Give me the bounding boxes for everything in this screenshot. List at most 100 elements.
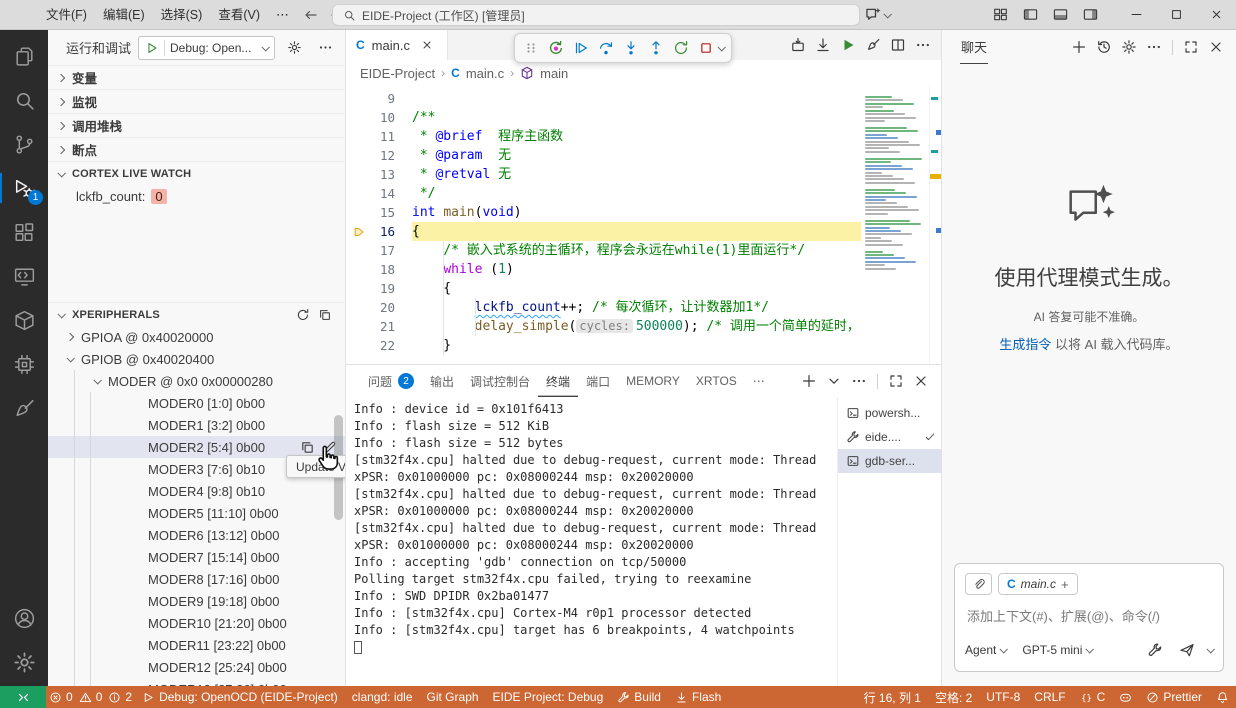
activity-search[interactable] (0, 78, 48, 122)
step-into-button[interactable] (618, 36, 643, 61)
layout-grid-button[interactable] (988, 3, 1012, 27)
kebab-button[interactable] (1142, 35, 1166, 59)
tab-chat[interactable]: 聊天 (960, 30, 988, 64)
refresh-button[interactable] (293, 305, 313, 325)
code-line[interactable]: 16{ (346, 222, 861, 241)
context-chip-main-c[interactable]: C main.c + (998, 573, 1078, 595)
section-断点[interactable]: 断点 (48, 137, 345, 161)
layout-left-button[interactable] (1018, 3, 1042, 27)
status-item-clangd: idle[interactable]: clangd: idle (345, 686, 420, 708)
chat-input-box[interactable]: C main.c + 添加上下文(#)、扩展(@)、命令(/) Agent GP… (954, 563, 1224, 672)
breadcrumb-symbol[interactable]: main (540, 66, 568, 81)
status-item-C[interactable]: {}C (1073, 686, 1113, 708)
menu-item[interactable]: 编辑(E) (95, 4, 153, 26)
status-item-空格: 2[interactable]: 空格: 2 (928, 686, 979, 708)
step-over-button[interactable] (593, 36, 618, 61)
menu-more-button[interactable]: ⋯ (268, 7, 297, 23)
tree-item[interactable]: GPIOB @ 0x40020400 (48, 348, 345, 370)
activity-account[interactable] (0, 596, 48, 640)
terminal-session-powersh...[interactable]: powersh... (838, 401, 941, 425)
code-line[interactable]: 15int main(void) (346, 203, 861, 222)
panel-tab-XRTOS[interactable]: XRTOS (688, 365, 745, 397)
section-xperipherals[interactable]: XPERIPHERALS (48, 302, 345, 326)
activity-remote[interactable] (0, 254, 48, 298)
layout-bottom-button[interactable] (1048, 3, 1072, 27)
maximize-button[interactable] (1179, 35, 1203, 59)
tree-item[interactable]: MODER5 [11:10] 0b00 (48, 502, 345, 524)
copilot-menu-button[interactable] (864, 6, 890, 23)
remote-indicator[interactable] (0, 686, 46, 708)
close-window-button[interactable] (1196, 0, 1236, 30)
terminal-session-eide....[interactable]: eide.... (838, 425, 941, 449)
code-line[interactable]: 21 delay_simple(cycles:500000); /* 调用一个简… (346, 317, 861, 336)
maximize-button[interactable] (1156, 0, 1196, 30)
code-line[interactable]: 12 * @param 无 (346, 146, 861, 165)
status-item-Debug: OpenOCD (EIDE-Project)[interactable]: Debug: OpenOCD (EIDE-Project) (135, 686, 345, 708)
chat-input[interactable]: 添加上下文(#)、扩展(@)、命令(/) (967, 606, 1211, 625)
status-item-CRLF[interactable]: CRLF (1027, 686, 1072, 708)
code-line[interactable]: 20 lckfb_count++; /* 每次循环，让计数器加1*/ (346, 298, 861, 317)
status-item-Prettier[interactable]: Prettier (1139, 686, 1209, 708)
code-line[interactable]: 19 { (346, 279, 861, 298)
split-button[interactable] (886, 33, 910, 57)
configure-tools-button[interactable] (1143, 638, 1167, 662)
download-button[interactable] (811, 33, 835, 57)
close-tab-button[interactable] (417, 35, 437, 55)
add-context-icon[interactable]: + (1061, 577, 1069, 592)
agent-mode-select[interactable]: Agent (965, 643, 1006, 657)
panel-tab-调试控制台[interactable]: 调试控制台 (462, 365, 538, 397)
activity-files[interactable] (0, 34, 48, 78)
code-line[interactable]: 18 while (1) (346, 260, 861, 279)
status-item-0[interactable]: 0 (76, 686, 106, 708)
start-debug-icon[interactable] (145, 41, 159, 55)
tree-item[interactable]: GPIOA @ 0x40020000 (48, 326, 345, 348)
maximize-button[interactable] (884, 369, 908, 393)
activity-settings[interactable] (0, 640, 48, 684)
activity-chip[interactable] (0, 342, 48, 386)
panel-tab-⋯[interactable]: ⋯ (745, 365, 773, 397)
activity-source-control[interactable] (0, 122, 48, 166)
tree-item[interactable]: MODER9 [19:18] 0b00 (48, 590, 345, 612)
breadcrumb-file[interactable]: main.c (466, 66, 504, 81)
kebab-button[interactable] (847, 369, 871, 393)
tab-main-c[interactable]: C main.c (346, 30, 448, 60)
debug-config-select[interactable]: Debug: Open... (138, 36, 275, 60)
code-editor[interactable]: 910/**11 * @brief 程序主函数12 * @param 无13 *… (346, 86, 941, 364)
status-item-Build[interactable]: Build (610, 686, 668, 708)
generate-instructions-link[interactable]: 生成指令 (999, 337, 1051, 352)
status-item-Git Graph[interactable]: Git Graph (420, 686, 486, 708)
stop-button[interactable] (693, 36, 718, 61)
menu-item[interactable]: 查看(V) (210, 4, 268, 26)
panel-tab-终端[interactable]: 终端 (538, 365, 578, 397)
status-item[interactable] (1209, 686, 1236, 708)
nav-back-button[interactable] (299, 3, 323, 27)
code-line[interactable]: 13 * @retval 无 (346, 165, 861, 184)
debug-settings-button[interactable] (282, 36, 306, 60)
tree-item[interactable]: MODER13 [27:26] 0b00 (48, 678, 345, 686)
tree-item[interactable]: MODER6 [13:12] 0b00 (48, 524, 345, 546)
tree-item[interactable]: MODER11 [23:22] 0b00 (48, 634, 345, 656)
sidebar-more-button[interactable] (313, 36, 337, 60)
attach-context-button[interactable] (965, 573, 992, 595)
menu-item[interactable]: 选择(S) (153, 4, 211, 26)
menu-item[interactable]: 文件(F) (38, 4, 95, 26)
activity-container[interactable] (0, 298, 48, 342)
model-select[interactable]: GPT-5 mini (1022, 643, 1092, 657)
live-watch-item[interactable]: lckfb_count: 0 (48, 185, 345, 207)
kebab-button[interactable] (911, 33, 935, 57)
tree-item[interactable]: MODER4 [9:8] 0b10 (48, 480, 345, 502)
tree-item[interactable]: MODER12 [25:24] 0b00 (48, 656, 345, 678)
code-line[interactable]: 9 (346, 89, 861, 108)
code-line[interactable]: 11 * @brief 程序主函数 (346, 127, 861, 146)
layout-right-button[interactable] (1078, 3, 1102, 27)
code-line[interactable]: 14 */ (346, 184, 861, 203)
grip-button[interactable] (518, 36, 543, 61)
status-item-Flash[interactable]: Flash (668, 686, 728, 708)
status-item-2[interactable]: 2 (105, 686, 135, 708)
panel-tab-输出[interactable]: 输出 (422, 365, 462, 397)
section-监视[interactable]: 监视 (48, 89, 345, 113)
section-变量[interactable]: 变量 (48, 65, 345, 89)
copy-all-button[interactable] (315, 305, 335, 325)
history-button[interactable] (1092, 35, 1116, 59)
tree-item[interactable]: MODER7 [15:14] 0b00 (48, 546, 345, 568)
